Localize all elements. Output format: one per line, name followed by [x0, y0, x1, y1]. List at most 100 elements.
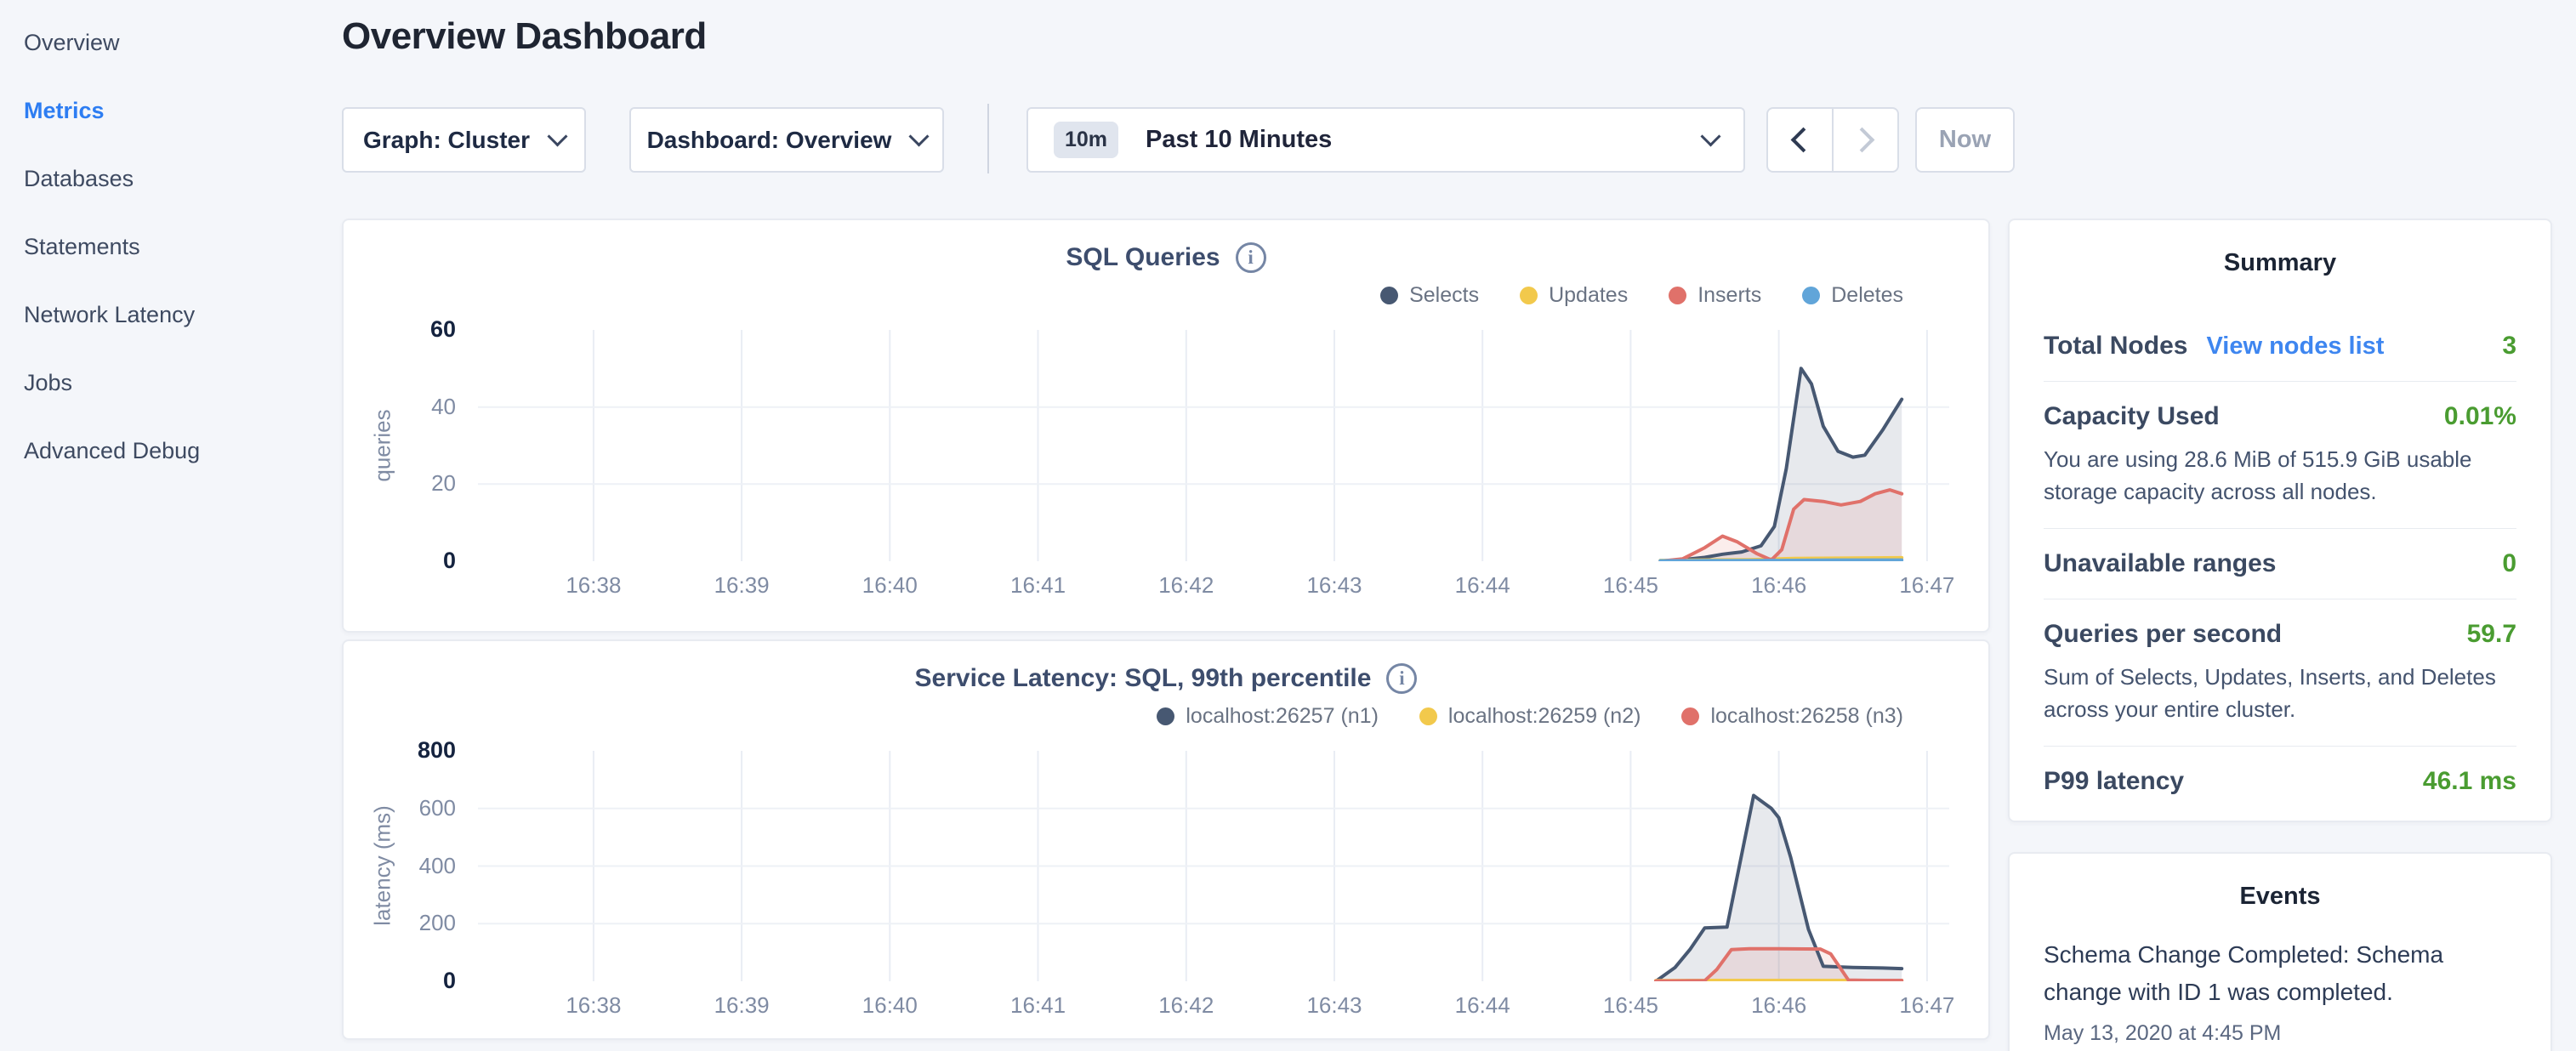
- sidebar-item-network-latency[interactable]: Network Latency: [0, 281, 340, 349]
- x-tick-label: 16:42: [1158, 992, 1214, 1019]
- chart-plot-area[interactable]: [478, 751, 1949, 981]
- chart-plot-area[interactable]: [478, 330, 1949, 561]
- now-button[interactable]: Now: [1915, 107, 2015, 173]
- x-tick-label: 16:38: [566, 572, 621, 599]
- dashboard-dropdown[interactable]: Dashboard: Overview: [629, 107, 944, 173]
- chevron-left-icon: [1791, 128, 1817, 153]
- summary-panel: Summary Total Nodes View nodes list 3 Ca…: [2008, 219, 2552, 822]
- summary-label: Unavailable ranges: [2044, 549, 2276, 578]
- x-tick-label: 16:47: [1899, 992, 1954, 1019]
- summary-row-queries-per-second: Queries per second 59.7 Sum of Selects, …: [2044, 599, 2516, 746]
- chart-legend: Selects Updates Inserts Deletes: [1380, 283, 1903, 308]
- sidebar-item-databases[interactable]: Databases: [0, 145, 340, 213]
- y-tick-label: 200: [352, 910, 456, 936]
- summary-row-p99-latency: P99 latency 46.1 ms: [2044, 747, 2516, 816]
- chevron-down-icon: [547, 126, 567, 146]
- legend-item: localhost:26259 (n2): [1419, 704, 1641, 729]
- events-panel: Events Schema Change Completed: Schema c…: [2008, 852, 2552, 1051]
- legend-dot-icon: [1669, 287, 1686, 304]
- x-tick-label: 16:39: [714, 992, 770, 1019]
- y-tick-label: 40: [352, 394, 456, 420]
- event-timestamp: May 13, 2020 at 4:45 PM: [2044, 1021, 2516, 1046]
- time-step-buttons: [1766, 107, 1899, 173]
- sidebar-nav: Overview Metrics Databases Statements Ne…: [0, 9, 340, 485]
- summary-row-total-nodes: Total Nodes View nodes list 3: [2044, 311, 2516, 381]
- x-tick-label: 16:38: [566, 992, 621, 1019]
- graph-scope-dropdown-label: Graph: Cluster: [363, 127, 530, 154]
- view-nodes-list-link[interactable]: View nodes list: [2206, 332, 2384, 361]
- legend-label: Deletes: [1831, 283, 1903, 308]
- chart-title: SQL Queries: [1066, 243, 1220, 272]
- summary-value: 3: [2502, 332, 2516, 361]
- y-tick-label: 60: [352, 316, 456, 343]
- y-tick-label: 0: [352, 548, 456, 574]
- chart-title: Service Latency: SQL, 99th percentile: [915, 664, 1372, 693]
- x-tick-label: 16:40: [862, 572, 918, 599]
- x-tick-label: 16:43: [1306, 992, 1362, 1019]
- service-latency-chart-card: Service Latency: SQL, 99th percentile i …: [342, 639, 1990, 1040]
- summary-label: Total Nodes: [2044, 332, 2187, 361]
- sql-queries-chart-card: SQL Queries i Selects Updates Inserts Delet…: [342, 219, 1990, 633]
- summary-value: 59.7: [2467, 620, 2516, 649]
- chart-header: SQL Queries i: [344, 242, 1988, 273]
- summary-row-unavailable-ranges: Unavailable ranges 0: [2044, 529, 2516, 599]
- x-tick-label: 16:42: [1158, 572, 1214, 599]
- summary-description: Sum of Selects, Updates, Inserts, and De…: [2044, 661, 2516, 725]
- summary-description: You are using 28.6 MiB of 515.9 GiB usab…: [2044, 443, 2516, 508]
- dashboard-dropdown-label: Dashboard: Overview: [647, 127, 892, 154]
- legend-item: Inserts: [1669, 283, 1761, 308]
- summary-value: 0.01%: [2444, 402, 2516, 431]
- time-step-back-button[interactable]: [1768, 109, 1834, 171]
- sidebar-item-statements[interactable]: Statements: [0, 213, 340, 281]
- x-tick-label: 16:44: [1455, 992, 1510, 1019]
- graph-scope-dropdown[interactable]: Graph: Cluster: [342, 107, 586, 173]
- summary-body: Total Nodes View nodes list 3 Capacity U…: [2010, 277, 2550, 816]
- legend-dot-icon: [1520, 287, 1538, 304]
- x-tick-label: 16:43: [1306, 572, 1362, 599]
- events-title: Events: [2010, 854, 2550, 911]
- sidebar-item-overview[interactable]: Overview: [0, 9, 340, 77]
- x-tick-label: 16:46: [1751, 572, 1806, 599]
- legend-label: Updates: [1549, 283, 1628, 308]
- legend-item: Deletes: [1802, 283, 1903, 308]
- event-list-item[interactable]: Schema Change Completed: Schema change w…: [2010, 911, 2550, 1046]
- info-icon[interactable]: i: [1236, 242, 1266, 273]
- legend-dot-icon: [1681, 707, 1699, 725]
- legend-dot-icon: [1802, 287, 1820, 304]
- y-tick-label: 0: [352, 968, 456, 994]
- summary-label: P99 latency: [2044, 767, 2184, 796]
- legend-item: localhost:26258 (n3): [1681, 704, 1903, 729]
- sidebar-item-advanced-debug[interactable]: Advanced Debug: [0, 417, 340, 485]
- legend-label: Inserts: [1697, 283, 1761, 308]
- x-tick-label: 16:40: [862, 992, 918, 1019]
- time-window-badge: 10m: [1054, 122, 1118, 158]
- chart-legend: localhost:26257 (n1) localhost:26259 (n2)…: [1157, 704, 1903, 729]
- summary-label: Queries per second: [2044, 620, 2282, 649]
- x-tick-label: 16:45: [1603, 992, 1658, 1019]
- legend-item: Selects: [1380, 283, 1479, 308]
- y-tick-label: 400: [352, 853, 456, 879]
- summary-value: 46.1 ms: [2423, 767, 2516, 796]
- y-tick-label: 600: [352, 795, 456, 821]
- summary-row-capacity-used: Capacity Used 0.01% You are using 28.6 M…: [2044, 382, 2516, 528]
- time-step-forward-button[interactable]: [1834, 109, 1897, 171]
- app-screen: Overview Metrics Databases Statements Ne…: [0, 0, 2576, 1051]
- legend-label: localhost:26257 (n1): [1186, 704, 1379, 729]
- legend-dot-icon: [1419, 707, 1437, 725]
- y-tick-label: 20: [352, 470, 456, 497]
- time-range-dropdown[interactable]: 10m Past 10 Minutes: [1026, 107, 1745, 173]
- event-text: Schema Change Completed: Schema change w…: [2044, 936, 2516, 1011]
- chevron-down-icon: [1700, 126, 1720, 146]
- legend-item: localhost:26257 (n1): [1157, 704, 1379, 729]
- info-icon[interactable]: i: [1386, 663, 1417, 694]
- x-tick-label: 16:47: [1899, 572, 1954, 599]
- chevron-right-icon: [1850, 128, 1875, 153]
- legend-label: Selects: [1409, 283, 1479, 308]
- page-title: Overview Dashboard: [342, 15, 707, 58]
- sidebar-item-metrics[interactable]: Metrics: [0, 77, 340, 145]
- x-tick-label: 16:46: [1751, 992, 1806, 1019]
- summary-title: Summary: [2010, 220, 2550, 277]
- x-tick-label: 16:39: [714, 572, 770, 599]
- sidebar-item-jobs[interactable]: Jobs: [0, 349, 340, 417]
- x-tick-label: 16:41: [1010, 992, 1066, 1019]
